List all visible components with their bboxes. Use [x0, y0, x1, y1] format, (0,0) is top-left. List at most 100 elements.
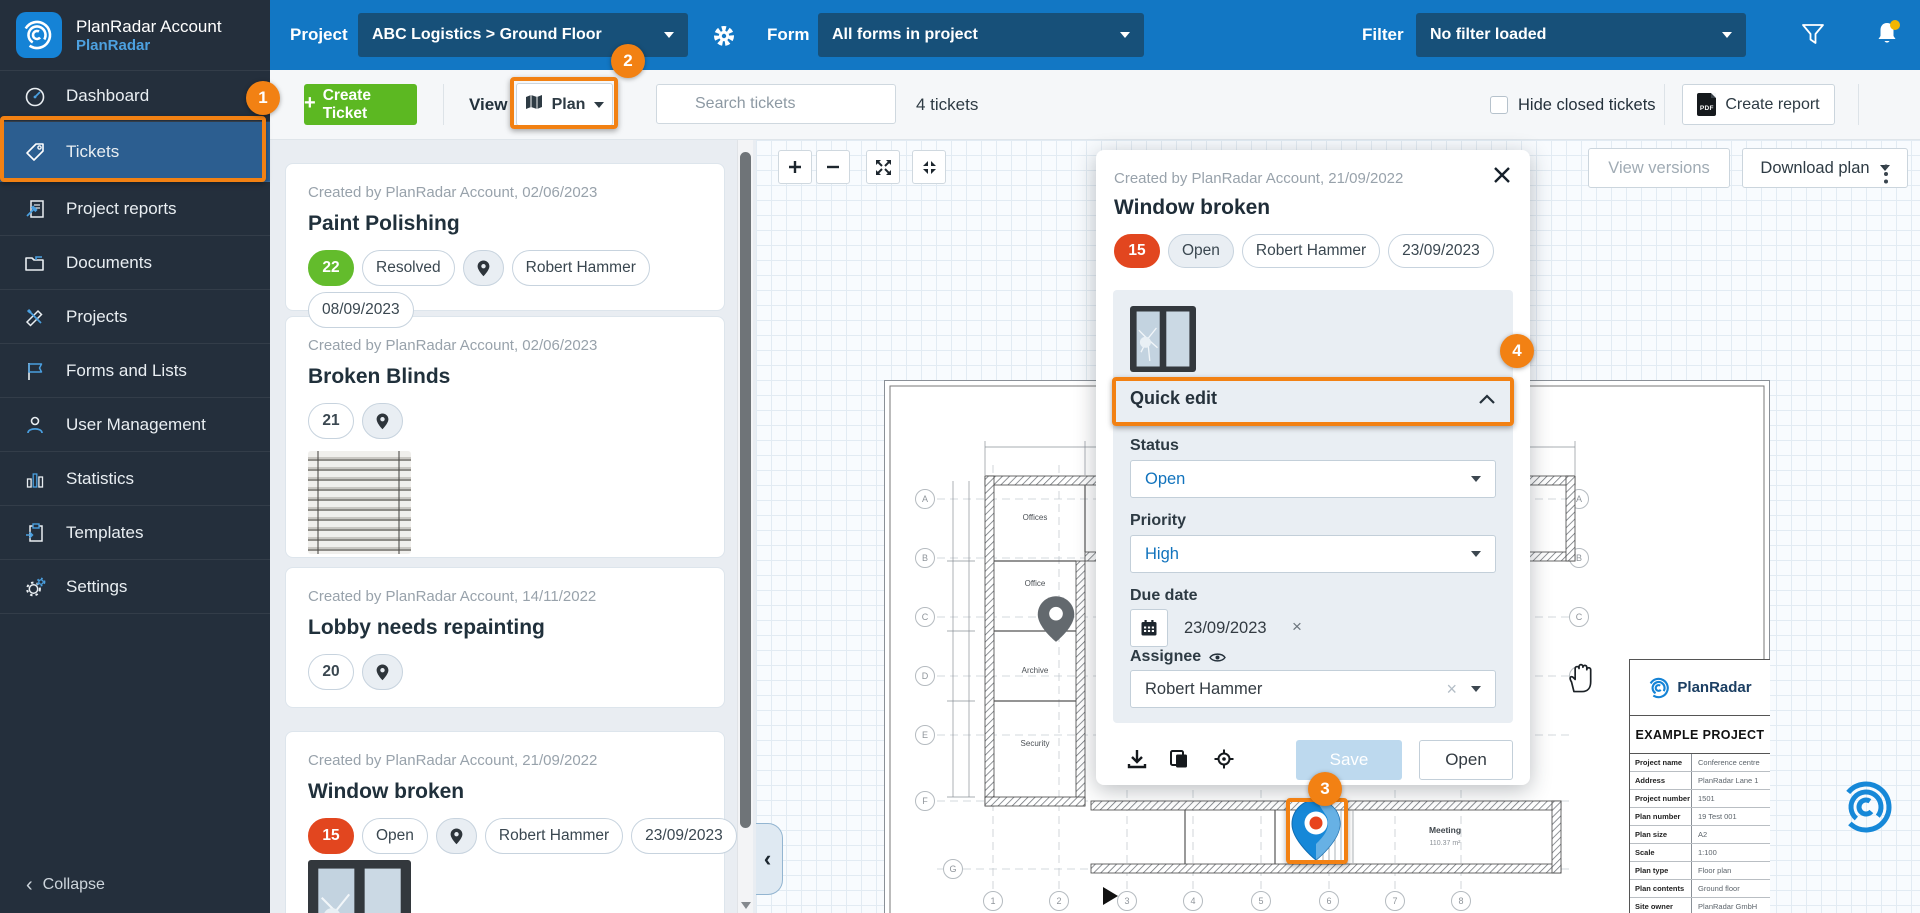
- calendar-icon[interactable]: [1130, 609, 1168, 647]
- caret-down-icon: [1120, 32, 1130, 38]
- assignee-value: Robert Hammer: [1145, 680, 1262, 699]
- chevron-up-icon[interactable]: [1478, 392, 1496, 410]
- view-label: View: [469, 70, 507, 140]
- status-value: Open: [1145, 470, 1185, 489]
- sidebar-item-project-reports[interactable]: Project reports: [0, 182, 270, 236]
- create-ticket-button[interactable]: + Create Ticket: [304, 84, 417, 125]
- sidebar-collapse-button[interactable]: ‹ Collapse: [0, 865, 270, 905]
- ticket-card-broken-blinds[interactable]: Created by PlanRadar Account, 02/06/2023…: [285, 316, 725, 558]
- sidebar-item-label: Projects: [66, 307, 127, 327]
- assignee-dropdown[interactable]: Robert Hammer ×: [1130, 670, 1496, 708]
- create-report-label: Create report: [1725, 96, 1819, 114]
- folder-icon: [22, 250, 48, 276]
- sidebar-item-templates[interactable]: Templates: [0, 506, 270, 560]
- sidebar-item-projects[interactable]: Projects: [0, 290, 270, 344]
- zoom-in-button[interactable]: [778, 150, 812, 184]
- planradar-watermark-icon: [1836, 775, 1900, 844]
- plus-icon: +: [304, 92, 316, 115]
- project-settings-gear-icon[interactable]: [712, 24, 736, 53]
- due-date-value: 23/09/2023: [1184, 619, 1267, 638]
- ticket-card-window-broken[interactable]: Created by PlanRadar Account, 21/09/2022…: [285, 731, 725, 913]
- popup-photo-window[interactable]: [1130, 306, 1196, 372]
- sidebar-item-label: Documents: [66, 253, 152, 273]
- ticket-card-lobby-repainting[interactable]: Created by PlanRadar Account, 14/11/2022…: [285, 567, 725, 708]
- ticket-list-scrollbar[interactable]: [737, 140, 753, 913]
- priority-dropdown[interactable]: High: [1130, 535, 1496, 573]
- ticket-status-badge: Open: [362, 818, 428, 854]
- tickets-toolbar: + Create Ticket View Plan 4 tickets Hide…: [270, 70, 1920, 140]
- scrollbar-down-arrow-icon[interactable]: [741, 902, 751, 909]
- clear-date-icon[interactable]: ×: [1292, 617, 1302, 637]
- account-header[interactable]: PlanRadar Account PlanRadar: [0, 0, 270, 70]
- search-input[interactable]: [656, 84, 896, 124]
- ticket-photo-window[interactable]: [308, 860, 411, 913]
- notifications-bell-icon[interactable]: [1872, 18, 1902, 53]
- sidebar-item-forms-and-lists[interactable]: Forms and Lists: [0, 344, 270, 398]
- zoom-out-button[interactable]: [816, 150, 850, 184]
- ticket-duedate-badge: 23/09/2023: [1388, 234, 1494, 268]
- view-mode-dropdown[interactable]: Plan: [516, 83, 613, 126]
- planradar-logo-icon: [16, 12, 62, 58]
- create-report-button[interactable]: PDF Create report: [1682, 84, 1835, 125]
- fit-screen-expand-button[interactable]: [866, 150, 900, 184]
- sidebar-item-tickets[interactable]: Tickets: [0, 122, 270, 182]
- dashboard-icon: [22, 83, 48, 109]
- filter-funnel-icon[interactable]: [1800, 21, 1826, 52]
- sidebar-item-label: User Management: [66, 415, 206, 435]
- ticket-photo-blinds[interactable]: [308, 451, 411, 554]
- sidebar-item-dashboard[interactable]: Dashboard: [0, 70, 270, 122]
- more-options-kebab-icon[interactable]: [1884, 172, 1888, 176]
- collapse-panel-tab[interactable]: ‹: [753, 823, 783, 895]
- collapse-label: Collapse: [43, 876, 105, 894]
- sidebar-item-documents[interactable]: Documents: [0, 236, 270, 290]
- save-button[interactable]: Save: [1296, 740, 1402, 780]
- sidebar-item-user-management[interactable]: User Management: [0, 398, 270, 452]
- sidebar: PlanRadar Account PlanRadar Dashboard Ti…: [0, 0, 270, 913]
- plan-marker-gray-pin[interactable]: [1037, 594, 1075, 649]
- clear-assignee-icon[interactable]: ×: [1446, 679, 1471, 700]
- center-compress-button[interactable]: [912, 150, 946, 184]
- caret-down-icon: [594, 102, 604, 108]
- titleblock-row-label: Plan contents: [1630, 880, 1692, 897]
- grid-bubble: C: [1576, 612, 1583, 622]
- close-icon[interactable]: [1492, 165, 1514, 187]
- account-brand: PlanRadar: [76, 37, 222, 54]
- caret-down-icon: [1722, 32, 1732, 38]
- form-dropdown[interactable]: All forms in project: [818, 13, 1144, 57]
- quick-edit-header[interactable]: Quick edit: [1130, 388, 1217, 409]
- ticket-marker-pin[interactable]: [1291, 799, 1341, 866]
- form-label: Form: [767, 0, 810, 70]
- sidebar-item-label: Tickets: [66, 142, 119, 162]
- project-dropdown[interactable]: ABC Logistics > Ground Floor: [358, 13, 688, 57]
- location-pin-badge: [362, 403, 403, 439]
- titleblock-row-label: Plan type: [1630, 862, 1692, 879]
- status-dropdown[interactable]: Open: [1130, 460, 1496, 498]
- project-label: Project: [290, 0, 348, 70]
- view-versions-button[interactable]: View versions: [1588, 148, 1730, 188]
- download-icon[interactable]: [1126, 748, 1148, 775]
- caret-down-icon: [1471, 686, 1481, 692]
- titleblock-row-value: PlanRadar Lane 1: [1692, 772, 1770, 789]
- filter-dropdown[interactable]: No filter loaded: [1416, 13, 1746, 57]
- ticket-number-badge: 21: [308, 403, 354, 439]
- due-date-label: Due date: [1130, 587, 1198, 605]
- titleblock-row-value: 1:100: [1692, 844, 1770, 861]
- sidebar-item-statistics[interactable]: Statistics: [0, 452, 270, 506]
- hide-closed-checkbox[interactable]: [1490, 96, 1508, 114]
- scrollbar-thumb[interactable]: [740, 152, 751, 828]
- ticket-assignee-badge: Robert Hammer: [1242, 234, 1380, 268]
- grid-bubble: 4: [1190, 896, 1195, 906]
- titleblock-row-label: Plan size: [1630, 826, 1692, 843]
- titleblock-row-label: Plan number: [1630, 808, 1692, 825]
- ticket-created-text: Created by PlanRadar Account, 14/11/2022: [308, 588, 596, 605]
- locate-on-plan-icon[interactable]: [1213, 748, 1235, 775]
- copy-icon[interactable]: [1168, 748, 1190, 775]
- grid-bubble: E: [922, 730, 928, 740]
- titleblock-row-value: Floor plan: [1692, 862, 1770, 879]
- download-plan-button[interactable]: Download plan: [1742, 148, 1908, 188]
- open-button[interactable]: Open: [1419, 740, 1513, 780]
- ticket-card-paint-polishing[interactable]: Created by PlanRadar Account, 02/06/2023…: [285, 163, 725, 311]
- hide-closed-label[interactable]: Hide closed tickets: [1518, 70, 1656, 140]
- titleblock-row-value: A2: [1692, 826, 1770, 843]
- sidebar-item-settings[interactable]: Settings: [0, 560, 270, 614]
